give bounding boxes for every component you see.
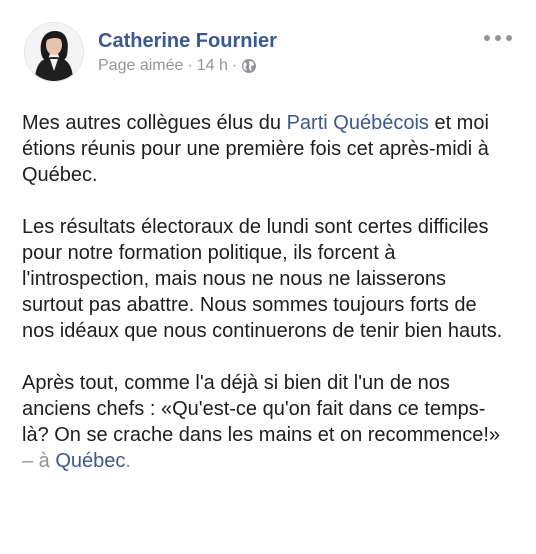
paragraph-2: Les résultats électoraux de lundi sont c… bbox=[22, 216, 503, 342]
avatar-image bbox=[25, 23, 83, 81]
facebook-post: Catherine Fournier Page aimée · 14 h · M… bbox=[0, 0, 536, 554]
globe-icon[interactable] bbox=[241, 58, 257, 74]
separator: · bbox=[231, 57, 238, 74]
paragraph-1: Mes autres collègues élus du Parti Québé… bbox=[22, 110, 512, 188]
paragraph-3: Après tout, comme l'a déjà si bien dit l… bbox=[22, 370, 512, 474]
dot bbox=[506, 35, 512, 41]
post-time[interactable]: 14 h bbox=[197, 57, 228, 75]
post-meta: Catherine Fournier Page aimée · 14 h · bbox=[98, 29, 277, 75]
separator: · bbox=[187, 57, 193, 74]
more-options-icon[interactable] bbox=[484, 30, 512, 46]
post-header: Catherine Fournier Page aimée · 14 h · bbox=[24, 22, 277, 82]
location-prefix: – à bbox=[22, 450, 56, 472]
location-suffix: . bbox=[125, 450, 131, 472]
location-link[interactable]: Québec bbox=[55, 450, 125, 472]
dot bbox=[484, 35, 490, 41]
paragraph-3-text: Après tout, comme l'a déjà si bien dit l… bbox=[22, 372, 501, 446]
post-body: Mes autres collègues élus du Parti Québé… bbox=[22, 110, 512, 500]
post-subline: Page aimée · 14 h · bbox=[98, 57, 277, 75]
avatar[interactable] bbox=[24, 22, 84, 82]
paragraph-1-text-start: Mes autres collègues élus du bbox=[22, 112, 287, 134]
party-link[interactable]: Parti Québécois bbox=[287, 112, 429, 134]
dot bbox=[495, 35, 501, 41]
author-name[interactable]: Catherine Fournier bbox=[98, 29, 277, 53]
page-liked-label: Page aimée bbox=[98, 57, 184, 74]
